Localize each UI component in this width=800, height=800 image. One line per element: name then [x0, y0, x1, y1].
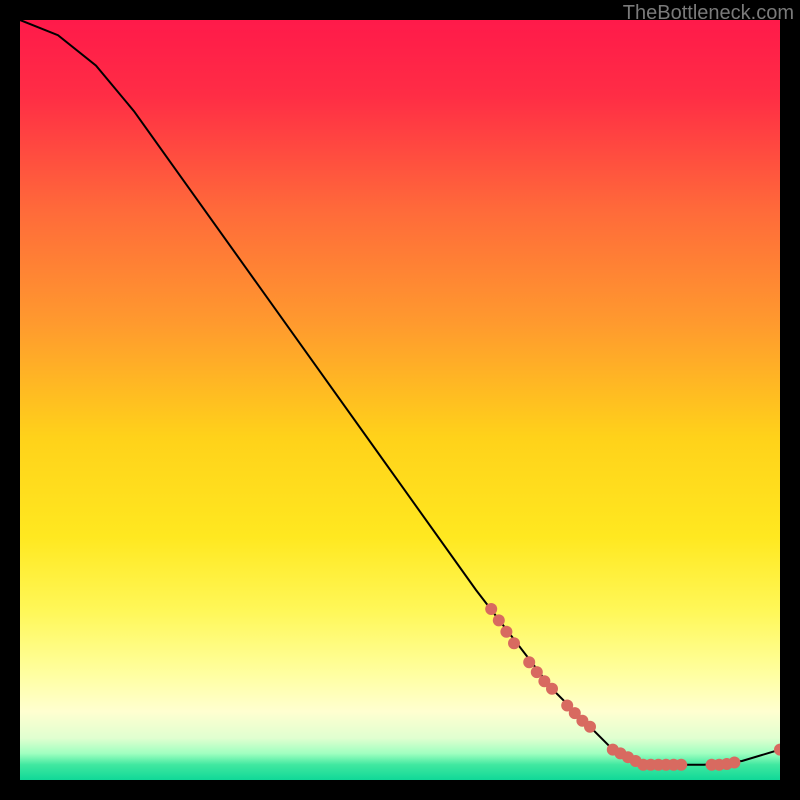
data-marker [485, 603, 497, 615]
data-marker [508, 637, 520, 649]
chart-background [20, 20, 780, 780]
bottleneck-chart [20, 20, 780, 780]
data-marker [546, 683, 558, 695]
data-marker [728, 757, 740, 769]
data-marker [523, 656, 535, 668]
data-marker [675, 759, 687, 771]
data-marker [493, 614, 505, 626]
chart-svg [20, 20, 780, 780]
data-marker [584, 721, 596, 733]
data-marker [500, 626, 512, 638]
